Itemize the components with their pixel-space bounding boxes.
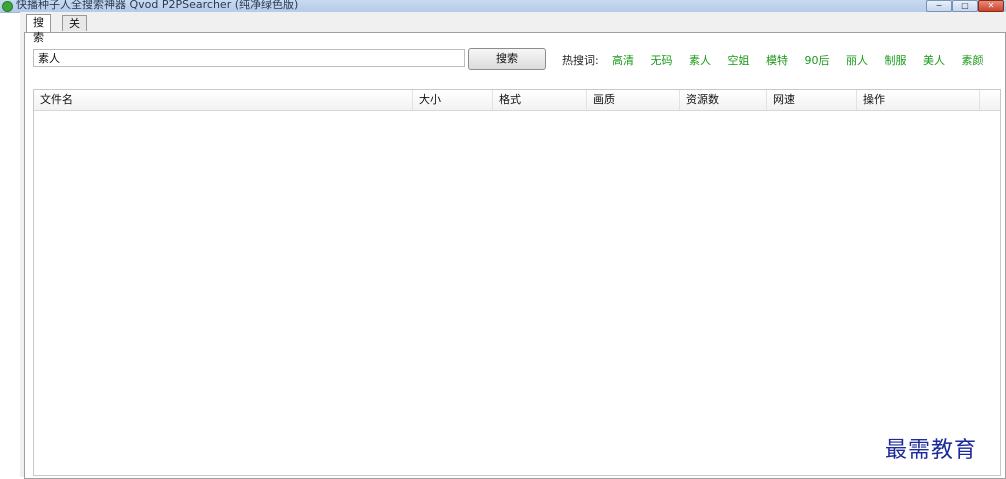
search-input[interactable]: 素人	[33, 49, 465, 67]
column-header-size[interactable]: 大小	[413, 90, 493, 110]
column-header-filename[interactable]: 文件名	[34, 90, 413, 110]
column-header-speed[interactable]: 网速	[767, 90, 857, 110]
search-button[interactable]: 搜索	[468, 48, 546, 70]
hot-word-link[interactable]: 空姐	[728, 54, 750, 67]
hot-word-link[interactable]: 90后	[805, 54, 830, 67]
hot-word-link[interactable]: 美人	[923, 54, 945, 67]
hot-words-label: 热搜词:	[562, 54, 599, 67]
column-header-resources[interactable]: 资源数	[680, 90, 767, 110]
watermark-text: 最需教育	[885, 438, 978, 463]
window-title: 快播种子人全搜索神器 Qvod P2PSearcher (纯净绿色版)	[16, 0, 299, 11]
tab-search[interactable]: 搜索	[26, 14, 51, 44]
tab-about[interactable]: 关于	[62, 15, 87, 45]
results-table: 文件名 大小 格式 画质 资源数 网速 操作	[33, 89, 1001, 476]
hot-word-link[interactable]: 丽人	[846, 54, 868, 67]
close-button[interactable]: ✕	[978, 0, 1004, 12]
column-header-quality[interactable]: 画质	[587, 90, 680, 110]
column-header-actions[interactable]: 操作	[857, 90, 980, 110]
maximize-button[interactable]: □	[952, 0, 978, 12]
app-icon	[2, 1, 13, 12]
hot-word-link[interactable]: 高清	[612, 54, 634, 67]
hot-words-list: 高清 无码 素人 空姐 模特 90后 丽人 制服 美人 素颜	[612, 52, 997, 68]
minimize-button[interactable]: −	[926, 0, 952, 12]
hot-word-link[interactable]: 无码	[651, 54, 673, 67]
app-client-area: 搜索 关于 素人 搜索 热搜词: 高清 无码 素人 空姐 模特 90后 丽人 制…	[20, 12, 1006, 479]
hot-word-link[interactable]: 素颜	[962, 54, 984, 67]
column-header-format[interactable]: 格式	[493, 90, 587, 110]
hot-word-link[interactable]: 素人	[689, 54, 711, 67]
results-table-header: 文件名 大小 格式 画质 资源数 网速 操作	[34, 90, 1000, 111]
hot-word-link[interactable]: 制服	[885, 54, 907, 67]
hot-word-link[interactable]: 模特	[766, 54, 788, 67]
search-panel: 素人 搜索 热搜词: 高清 无码 素人 空姐 模特 90后 丽人 制服 美人 素…	[24, 32, 1006, 479]
